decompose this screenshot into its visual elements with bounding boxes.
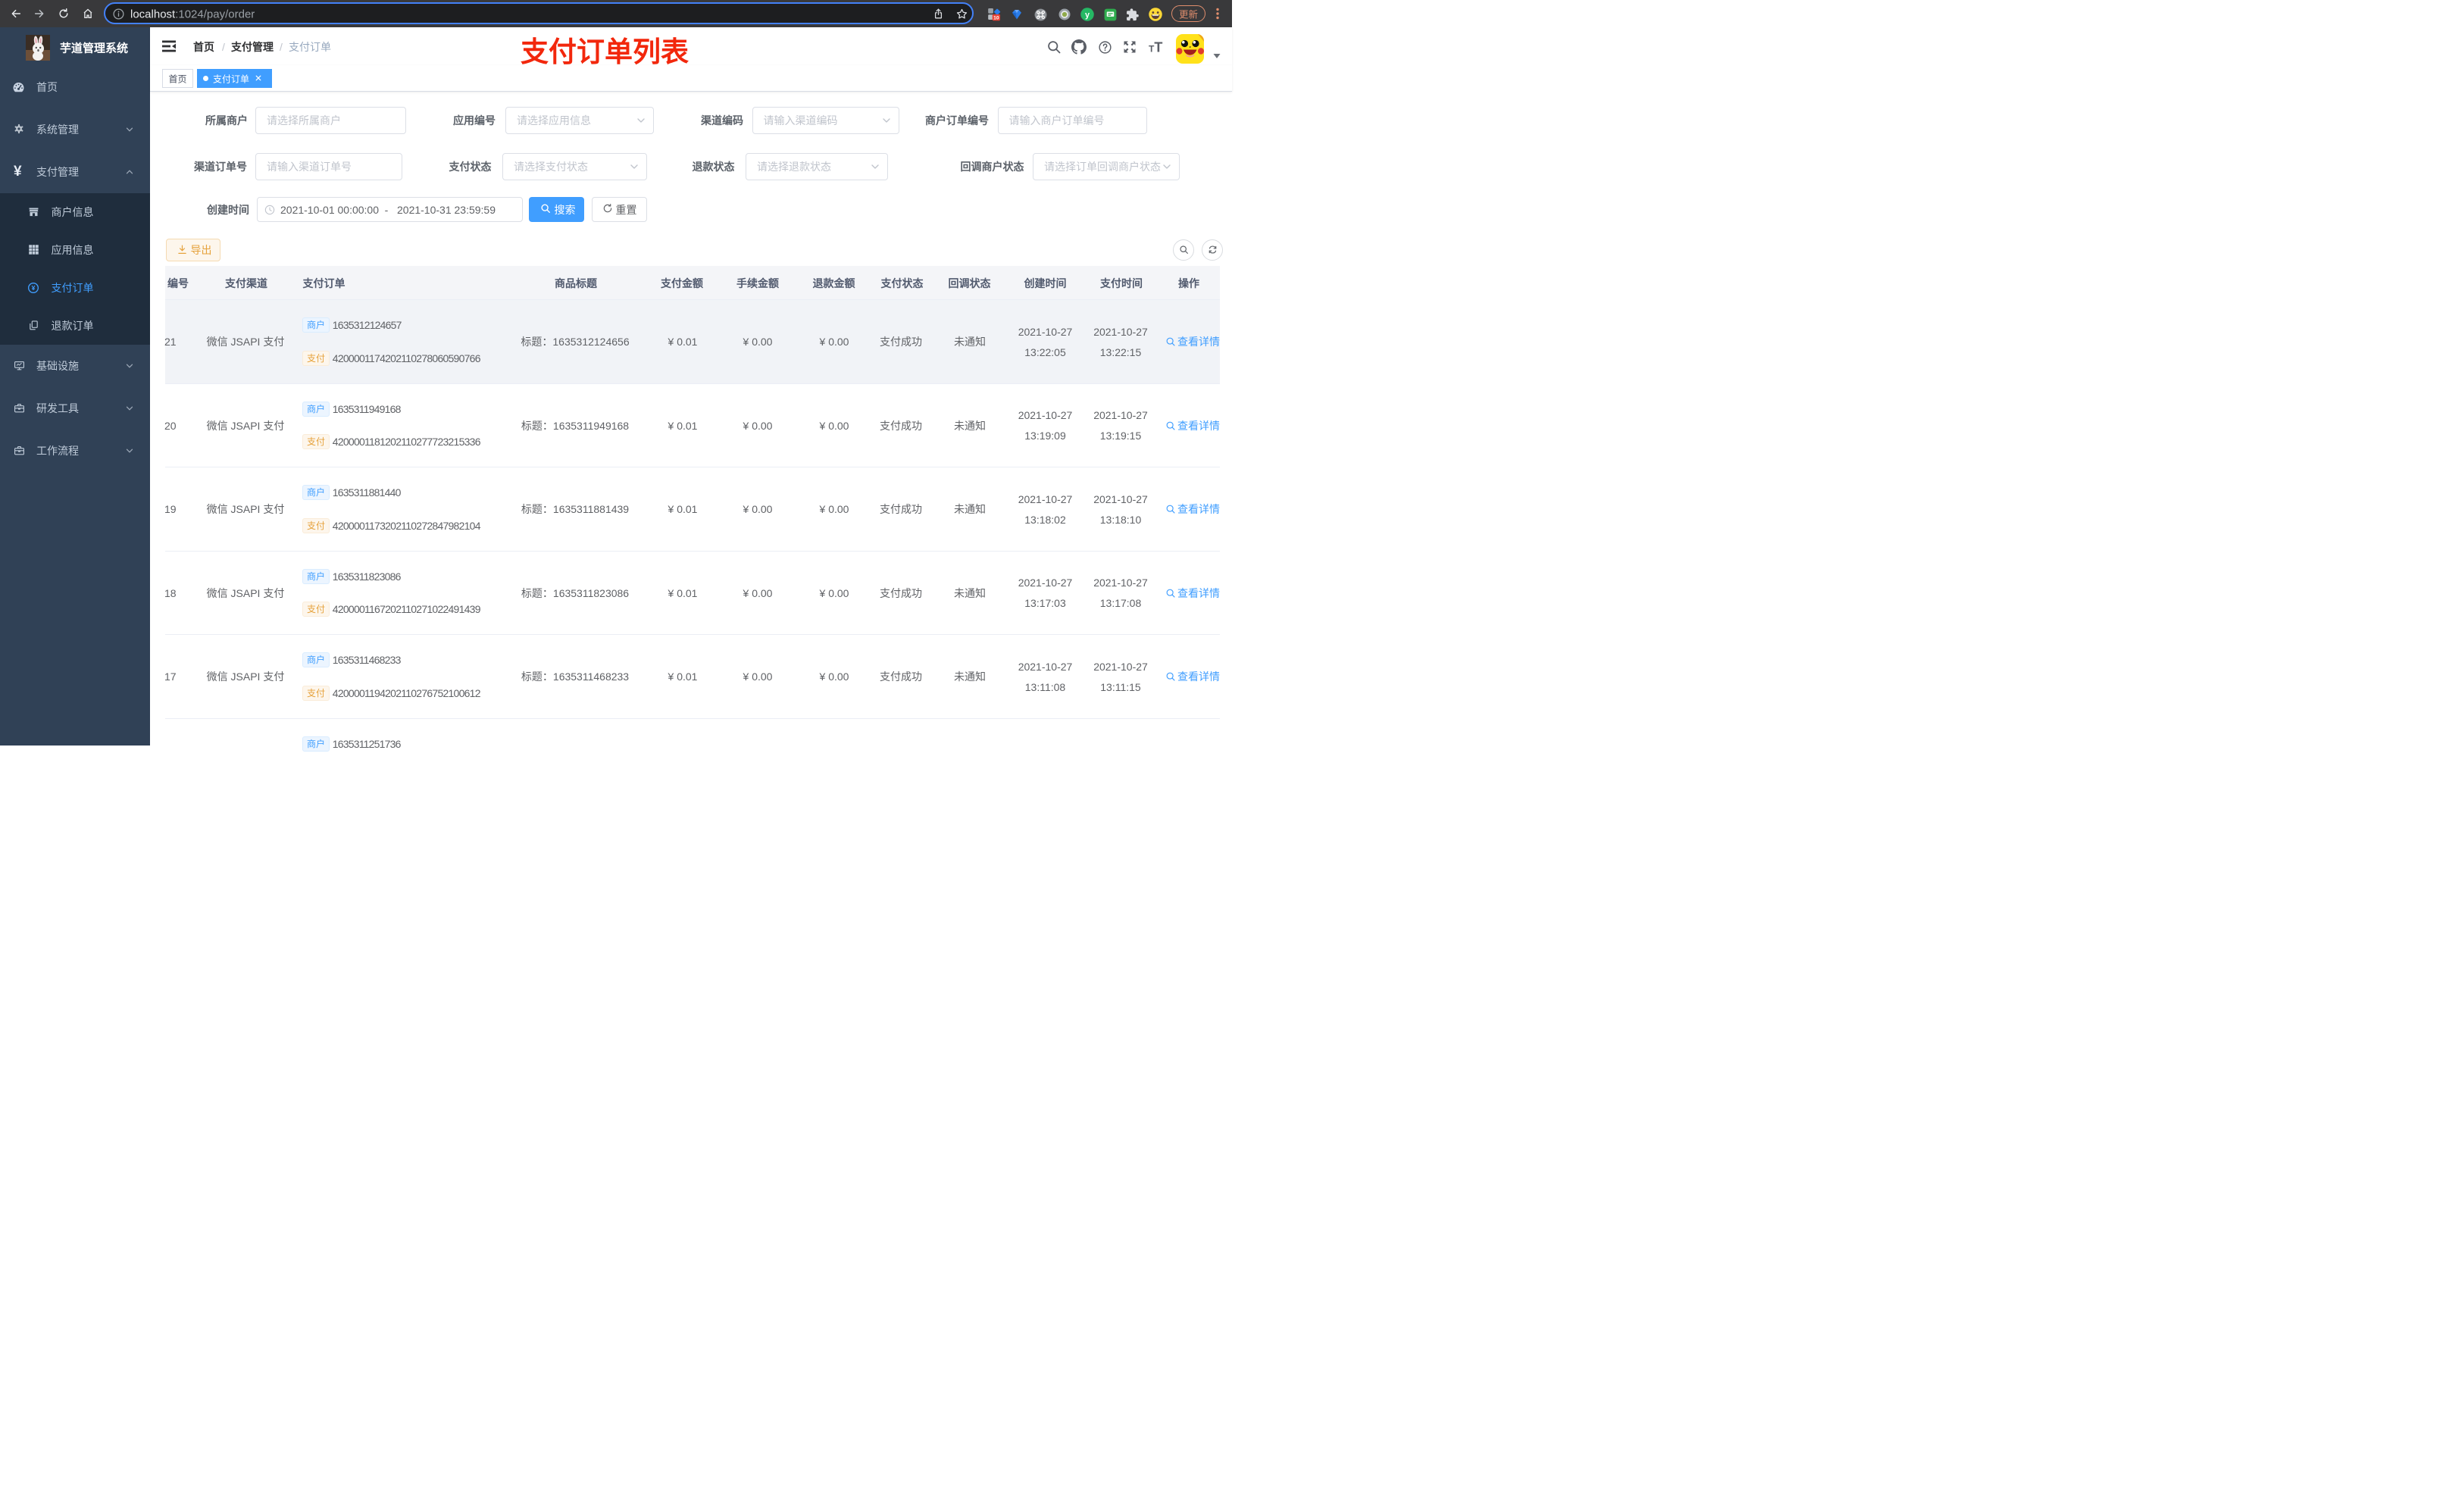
svg-text:y: y: [1085, 11, 1090, 20]
svg-text:10: 10: [993, 15, 999, 20]
svg-text:¥: ¥: [32, 284, 36, 292]
